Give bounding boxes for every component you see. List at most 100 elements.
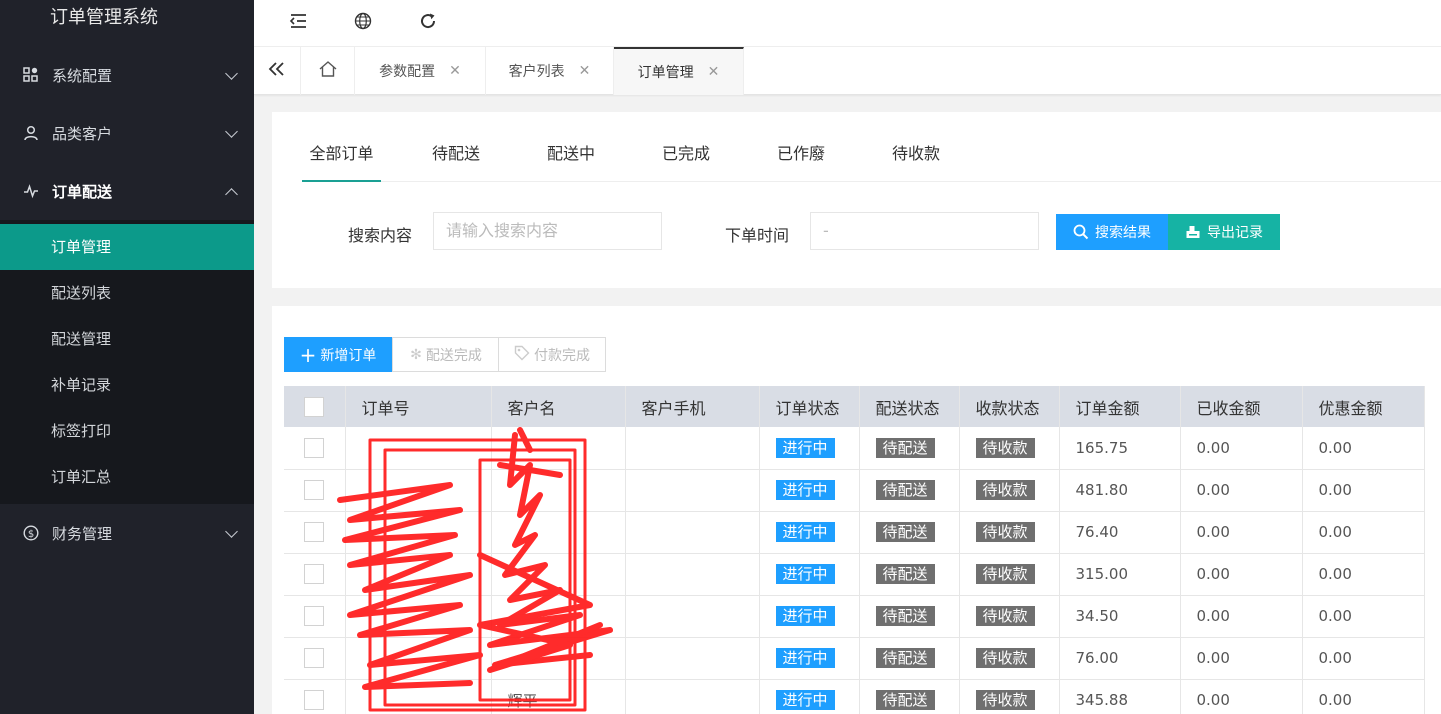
discount-amount-cell: 0.00 (1302, 595, 1425, 638)
row-checkbox-cell[interactable] (284, 427, 346, 470)
tab-voided[interactable]: 已作廢 (769, 134, 833, 182)
order-amount-cell: 481.80 (1059, 469, 1181, 512)
order-amount-cell: 34.50 (1059, 595, 1181, 638)
col-delivery-status[interactable]: 配送状态 (859, 386, 960, 427)
table-row[interactable]: 进行中 待配送 待收款 76.00 0.00 0.00 (284, 637, 1425, 680)
sidebar-item-delivery-management[interactable]: 配送管理 (0, 316, 254, 362)
order-time-input[interactable]: - (810, 212, 1039, 250)
delivery-status-badge: 待配送 (875, 564, 935, 584)
payment-complete-button[interactable]: 付款完成 (498, 337, 606, 372)
table-row[interactable]: 进行中 待配送 待收款 76.40 0.00 0.00 (284, 511, 1425, 554)
col-customer-name[interactable]: 客户名 (491, 386, 626, 427)
row-checkbox-cell[interactable] (284, 469, 346, 512)
col-payment-status[interactable]: 收款状态 (959, 386, 1060, 427)
received-amount-cell: 0.00 (1180, 469, 1303, 512)
sidebar-item-system-config[interactable]: 系统配置 (0, 46, 254, 104)
customer-name-cell (491, 511, 626, 554)
discount-amount-cell: 0.00 (1302, 553, 1425, 596)
received-amount-cell: 0.00 (1180, 511, 1303, 554)
customer-name-cell (491, 595, 626, 638)
order-status-tabs: 全部订单 待配送 配送中 已完成 已作廢 待收款 (302, 134, 1441, 182)
row-checkbox-cell[interactable] (284, 679, 346, 714)
add-order-button[interactable]: + 新增订单 (284, 337, 392, 372)
row-checkbox[interactable] (304, 606, 325, 626)
table-row[interactable]: 进行中 待配送 待收款 34.50 0.00 0.00 (284, 595, 1425, 638)
export-button[interactable]: 导出记录 (1168, 214, 1280, 250)
table-row[interactable]: 进行中 待配送 待收款 315.00 0.00 0.00 (284, 553, 1425, 596)
tabs-scroll-left-button[interactable] (254, 47, 301, 95)
svg-text:$: $ (28, 529, 34, 540)
row-checkbox[interactable] (304, 437, 325, 458)
tab-pending-delivery[interactable]: 待配送 (424, 134, 488, 182)
menu-fold-icon[interactable] (287, 10, 309, 32)
delivery-status-cell: 待配送 (859, 427, 960, 470)
tab-home[interactable] (301, 47, 355, 95)
row-checkbox[interactable] (304, 480, 325, 500)
tag-icon (514, 345, 530, 365)
order-no-cell (345, 679, 492, 714)
select-all-checkbox[interactable] (284, 386, 346, 427)
tab-pending-payment[interactable]: 待收款 (884, 134, 948, 182)
row-checkbox[interactable] (304, 690, 325, 710)
sidebar-item-category-customer[interactable]: 品类客户 (0, 104, 254, 162)
row-checkbox[interactable] (304, 522, 325, 542)
row-checkbox-cell[interactable] (284, 553, 346, 596)
table-row[interactable]: 进行中 待配送 待收款 481.80 0.00 0.00 (284, 469, 1425, 512)
col-discount-amount[interactable]: 优惠金额 (1302, 386, 1425, 427)
order-status-cell: 进行中 (759, 679, 860, 714)
sidebar-item-order-summary[interactable]: 订单汇总 (0, 454, 254, 500)
payment-status-badge: 待收款 (975, 480, 1035, 500)
row-checkbox[interactable] (304, 648, 325, 668)
close-icon[interactable]: ✕ (449, 63, 461, 79)
tab-param-config[interactable]: 参数配置 ✕ (355, 47, 486, 95)
col-order-no[interactable]: 订单号 (345, 386, 492, 427)
checkbox[interactable] (304, 396, 325, 417)
search-button[interactable]: 搜索结果 (1056, 214, 1168, 250)
delivery-status-cell: 待配送 (859, 637, 960, 680)
tab-label: 参数配置 (379, 64, 436, 80)
grid-icon (22, 66, 40, 84)
close-icon[interactable]: ✕ (708, 64, 720, 80)
col-order-status[interactable]: 订单状态 (759, 386, 860, 427)
row-checkbox-cell[interactable] (284, 511, 346, 554)
refresh-icon[interactable] (417, 10, 439, 32)
sidebar-item-order-management[interactable]: 订单管理 (0, 224, 254, 270)
sidebar-item-order-delivery[interactable]: 订单配送 (0, 162, 254, 220)
sidebar-item-delivery-list[interactable]: 配送列表 (0, 270, 254, 316)
page-tabs: 参数配置 ✕ 客户列表 ✕ 订单管理 ✕ (254, 47, 1441, 95)
payment-status-cell: 待收款 (959, 595, 1060, 638)
delivery-complete-button[interactable]: ✻ 配送完成 (392, 337, 499, 372)
order-amount-cell: 165.75 (1059, 427, 1181, 470)
sidebar-item-finance[interactable]: $ 财务管理 (0, 504, 254, 562)
search-input[interactable]: 请输入搜索内容 (433, 212, 662, 250)
order-amount-cell: 345.88 (1059, 679, 1181, 714)
col-order-amount[interactable]: 订单金额 (1059, 386, 1181, 427)
order-status-badge: 进行中 (775, 648, 835, 668)
table-header-row: 订单号 客户名 客户手机 订单状态 配送状态 收款状态 订单金额 已收金额 优惠… (284, 386, 1425, 427)
row-checkbox[interactable] (304, 564, 325, 584)
tab-customer-list[interactable]: 客户列表 ✕ (486, 47, 614, 95)
printer-icon (1185, 224, 1201, 240)
received-amount-cell: 0.00 (1180, 427, 1303, 470)
close-icon[interactable]: ✕ (579, 63, 591, 79)
order-status-badge: 进行中 (775, 480, 835, 500)
tab-delivering[interactable]: 配送中 (539, 134, 603, 182)
search-icon (1073, 224, 1089, 240)
discount-amount-cell: 0.00 (1302, 469, 1425, 512)
table-row[interactable]: 进行中 待配送 待收款 165.75 0.00 0.00 (284, 427, 1425, 470)
order-status-badge: 进行中 (775, 522, 835, 542)
sidebar-item-supplement-records[interactable]: 补单记录 (0, 362, 254, 408)
row-checkbox-cell[interactable] (284, 595, 346, 638)
customer-phone-cell (625, 427, 760, 470)
col-received-amount[interactable]: 已收金额 (1180, 386, 1303, 427)
tab-order-management[interactable]: 订单管理 ✕ (614, 47, 744, 95)
col-customer-phone[interactable]: 客户手机 (625, 386, 760, 427)
tab-all-orders[interactable]: 全部订单 (302, 134, 381, 182)
table-row[interactable]: 辉平 进行中 待配送 待收款 345.88 0.00 0.00 (284, 679, 1425, 714)
customer-name-cell (491, 553, 626, 596)
payment-status-badge: 待收款 (975, 522, 1035, 542)
globe-icon[interactable] (352, 10, 374, 32)
sidebar-item-label-print[interactable]: 标签打印 (0, 408, 254, 454)
row-checkbox-cell[interactable] (284, 637, 346, 680)
tab-completed[interactable]: 已完成 (654, 134, 718, 182)
